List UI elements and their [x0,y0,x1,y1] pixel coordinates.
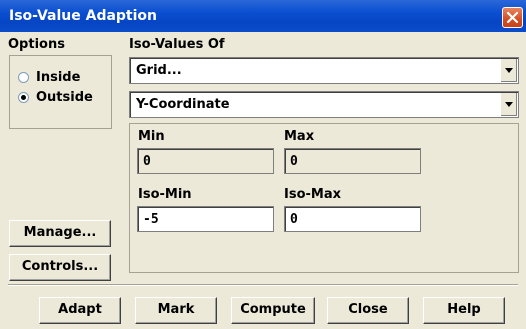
max-field: 0 [284,148,421,174]
option-inside[interactable]: Inside [18,68,80,86]
mark-button[interactable]: Mark [135,297,217,324]
footer-divider [8,284,518,286]
category-dropdown[interactable]: Grid... [129,57,519,84]
options-label: Options [8,37,65,52]
controls-button[interactable]: Controls... [9,254,111,281]
manage-button[interactable]: Manage... [9,220,111,247]
quantity-dropdown[interactable]: Y-Coordinate [129,91,519,118]
iso-value-adaption-dialog: Iso-Value Adaption Options Inside Outsid… [0,0,526,329]
iso-max-label: Iso-Max [284,187,341,202]
compute-button[interactable]: Compute [231,297,315,324]
min-value: 0 [143,154,151,169]
close-button[interactable]: Close [327,297,409,324]
range-group: Min 0 Max 0 Iso-Min -5 Iso-Max 0 [129,123,519,273]
iso-max-value: 0 [290,212,298,227]
close-window-button[interactable] [502,7,523,28]
iso-values-of-label: Iso-Values Of [129,37,225,52]
option-outside-label: Outside [36,89,93,105]
option-inside-label: Inside [36,69,81,85]
adapt-button[interactable]: Adapt [39,297,121,324]
min-field: 0 [137,148,274,174]
max-label: Max [284,129,315,144]
help-button[interactable]: Help [423,297,505,324]
option-outside[interactable]: Outside [18,88,93,106]
iso-min-input[interactable]: -5 [137,206,274,232]
category-value: Grid... [136,63,182,78]
window-title: Iso-Value Adaption [9,8,158,24]
iso-min-value: -5 [143,212,159,227]
iso-max-input[interactable]: 0 [284,206,421,232]
options-group: Inside Outside [9,55,112,129]
min-label: Min [138,129,165,144]
radio-outside[interactable] [18,91,29,103]
category-dropdown-arrow[interactable] [500,59,517,82]
radio-inside[interactable] [18,71,29,83]
quantity-value: Y-Coordinate [136,97,230,112]
max-value: 0 [290,154,298,169]
quantity-dropdown-arrow[interactable] [500,93,517,116]
title-bar[interactable]: Iso-Value Adaption [0,0,526,32]
iso-min-label: Iso-Min [138,187,192,202]
